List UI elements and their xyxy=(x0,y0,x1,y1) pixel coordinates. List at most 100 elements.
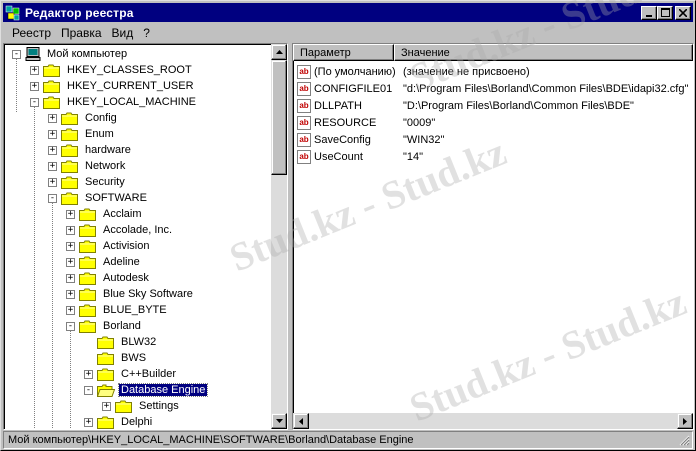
tree-node[interactable]: + Adeline xyxy=(66,254,142,270)
tree-node-label[interactable]: Database Engine xyxy=(117,383,209,397)
tree-node-label[interactable]: Blue Sky Software xyxy=(101,288,195,300)
tree-node[interactable]: + Accolade, Inc. xyxy=(66,222,174,238)
tree-node-label[interactable]: BWS xyxy=(119,352,148,364)
expand-icon[interactable]: + xyxy=(84,369,93,379)
value-row[interactable]: ab DLLPATH "D:\Program Files\Borland\Commo… xyxy=(295,97,691,114)
title-bar[interactable]: Редактор реестра xyxy=(3,3,693,22)
tree-node[interactable]: BWS xyxy=(84,350,148,366)
menu-edit[interactable]: Правка xyxy=(56,26,107,40)
expand-icon[interactable]: + xyxy=(84,417,93,427)
tree-node-label[interactable]: BLUE_BYTE xyxy=(101,304,169,316)
minimize-button[interactable] xyxy=(641,5,657,20)
tree-node[interactable]: + hardware xyxy=(48,142,133,158)
scroll-left-button[interactable] xyxy=(293,413,309,429)
tree-node-label[interactable]: HKEY_CURRENT_USER xyxy=(65,80,196,92)
tree-scroll-thumb[interactable] xyxy=(271,60,287,175)
expand-icon[interactable]: + xyxy=(48,145,57,155)
folder-icon xyxy=(61,144,78,157)
tree-node[interactable]: + BLUE_BYTE xyxy=(66,302,169,318)
tree-node[interactable]: - Мой компьютер xyxy=(12,46,129,62)
maximize-button[interactable] xyxy=(657,5,673,20)
scroll-up-button[interactable] xyxy=(271,44,287,60)
scroll-down-button[interactable] xyxy=(271,413,287,429)
tree-node[interactable]: + HKEY_CLASSES_ROOT xyxy=(30,62,194,78)
tree-node-label[interactable]: Settings xyxy=(137,400,181,412)
tree-node[interactable]: - HKEY_LOCAL_MACHINE xyxy=(30,94,198,110)
expand-icon[interactable]: + xyxy=(30,65,39,75)
tree-connector-line xyxy=(52,202,53,429)
tree-node-label[interactable]: Security xyxy=(83,176,127,188)
registry-tree-pane[interactable]: - Мой компьютер + HKEY_CLASSES_ROOT + HKEY_CU… xyxy=(3,43,288,430)
tree-node[interactable]: + C++Builder xyxy=(84,366,178,382)
tree-node[interactable]: - Database Engine xyxy=(84,382,209,398)
tree-node[interactable]: BLW32 xyxy=(84,334,158,350)
expand-icon[interactable]: + xyxy=(66,209,75,219)
tree-node[interactable]: + Security xyxy=(48,174,127,190)
menu-view[interactable]: Вид xyxy=(107,26,139,40)
tree-node-label[interactable]: HKEY_LOCAL_MACHINE xyxy=(65,96,198,108)
expand-icon[interactable]: + xyxy=(66,289,75,299)
folder-icon xyxy=(79,272,96,285)
value-row[interactable]: ab SaveConfig "WIN32" xyxy=(295,131,691,148)
tree-node-label[interactable]: Borland xyxy=(101,320,143,332)
column-header-value[interactable]: Значение xyxy=(394,44,693,61)
value-row[interactable]: ab UseCount "14" xyxy=(295,148,691,165)
expand-icon[interactable]: + xyxy=(48,177,57,187)
tree-node-label[interactable]: C++Builder xyxy=(119,368,178,380)
tree-node-label[interactable]: Config xyxy=(83,112,119,124)
expand-icon[interactable]: + xyxy=(66,225,75,235)
tree-node-label[interactable]: SOFTWARE xyxy=(83,192,149,204)
collapse-icon[interactable]: - xyxy=(48,193,57,203)
values-pane[interactable]: Параметр Значение ab (По умолчанию) (значе… xyxy=(292,43,694,430)
tree-node-label[interactable]: BLW32 xyxy=(119,336,158,348)
tree-node[interactable]: + Config xyxy=(48,110,119,126)
tree-node-label[interactable]: Adeline xyxy=(101,256,142,268)
menu-help[interactable]: ? xyxy=(138,26,155,40)
tree-node[interactable]: + Settings xyxy=(102,398,181,414)
expand-icon[interactable]: + xyxy=(66,241,75,251)
value-row[interactable]: ab RESOURCE "0009" xyxy=(295,114,691,131)
tree-node-label[interactable]: Network xyxy=(83,160,127,172)
tree-node[interactable]: + HKEY_CURRENT_USER xyxy=(30,78,196,94)
close-button[interactable] xyxy=(675,5,691,20)
tree-node-label[interactable]: HKEY_CLASSES_ROOT xyxy=(65,64,194,76)
tree-node[interactable]: + Delphi xyxy=(84,414,154,429)
column-header-name[interactable]: Параметр xyxy=(293,44,394,61)
tree-node[interactable]: - SOFTWARE xyxy=(48,190,149,206)
value-row[interactable]: ab CONFIGFILE01 "d:\Program Files\Borland\… xyxy=(295,80,691,97)
expand-icon[interactable]: + xyxy=(102,401,111,411)
menu-registry[interactable]: Реестр xyxy=(7,26,56,40)
tree-node-label[interactable]: Delphi xyxy=(119,416,154,428)
tree-node[interactable]: + Network xyxy=(48,158,127,174)
resize-grip-icon[interactable] xyxy=(678,434,690,446)
tree-node-label[interactable]: hardware xyxy=(83,144,133,156)
expand-icon[interactable]: + xyxy=(66,273,75,283)
tree-node-label[interactable]: Enum xyxy=(83,128,116,140)
collapse-icon[interactable]: - xyxy=(30,97,39,107)
tree-node[interactable]: + Acclaim xyxy=(66,206,144,222)
tree-node-label[interactable]: Acclaim xyxy=(101,208,144,220)
tree-node[interactable]: + Autodesk xyxy=(66,270,151,286)
expand-icon[interactable]: + xyxy=(66,305,75,315)
collapse-icon[interactable]: - xyxy=(12,49,21,59)
tree-node-label[interactable]: Мой компьютер xyxy=(45,48,129,60)
tree-vertical-scrollbar[interactable] xyxy=(271,44,287,429)
expand-icon[interactable]: + xyxy=(48,161,57,171)
expand-icon[interactable]: + xyxy=(30,81,39,91)
tree-node[interactable]: + Enum xyxy=(48,126,116,142)
value-row[interactable]: ab (По умолчанию) (значение не присвоено) xyxy=(295,63,691,80)
expand-icon[interactable]: + xyxy=(66,257,75,267)
tree-node-label[interactable]: Activision xyxy=(101,240,151,252)
values-horizontal-scrollbar[interactable] xyxy=(293,413,693,429)
tree-node-label[interactable]: Accolade, Inc. xyxy=(101,224,174,236)
tree-node[interactable]: + Blue Sky Software xyxy=(66,286,195,302)
tree-node-label[interactable]: Autodesk xyxy=(101,272,151,284)
expand-icon[interactable]: + xyxy=(48,113,57,123)
collapse-icon[interactable]: - xyxy=(84,385,93,395)
value-data: (значение не присвоено) xyxy=(403,65,530,78)
scroll-right-button[interactable] xyxy=(677,413,693,429)
tree-node[interactable]: + Activision xyxy=(66,238,151,254)
collapse-icon[interactable]: - xyxy=(66,321,75,331)
tree-node[interactable]: - Borland xyxy=(66,318,143,334)
expand-icon[interactable]: + xyxy=(48,129,57,139)
